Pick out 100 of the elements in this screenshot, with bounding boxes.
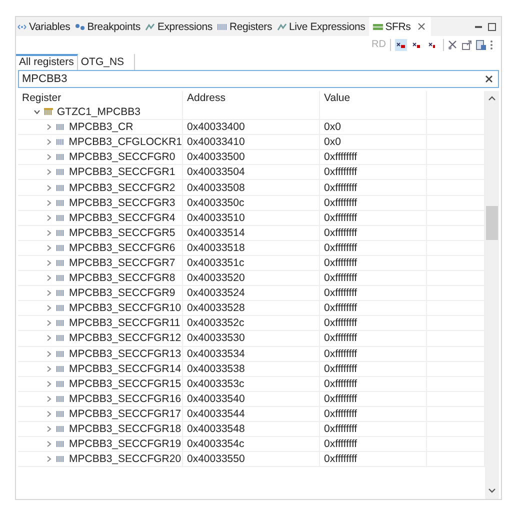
address-cell: 0x4003351c: [187, 256, 244, 269]
collapsed-chevron-icon[interactable]: [46, 335, 52, 342]
collapsed-chevron-icon[interactable]: [46, 244, 52, 251]
view-tab[interactable]: Variables: [16, 17, 74, 36]
collapsed-chevron-icon[interactable]: [46, 184, 52, 191]
export-icon[interactable]: [462, 40, 472, 50]
collapsed-chevron-icon[interactable]: [46, 230, 52, 236]
collapsed-chevron-icon[interactable]: [46, 441, 52, 448]
address-cell: 0x40033534: [187, 348, 245, 360]
register-name: MPCBB3_SECCFGR6: [69, 242, 176, 254]
address-cell: 0x40033538: [187, 362, 245, 375]
dots-icon: [75, 22, 86, 30]
value-cell: 0xffffffff: [324, 256, 358, 269]
view-tab[interactable]: SFRs: [369, 17, 431, 36]
register-icon: [56, 184, 65, 192]
scissors-icon[interactable]: [448, 40, 458, 50]
collapsed-chevron-icon[interactable]: [46, 380, 52, 387]
register-name: MPCBB3_SECCFGR1: [69, 166, 176, 178]
document-icon[interactable]: [476, 40, 486, 50]
collapsed-chevron-icon[interactable]: [46, 320, 52, 326]
column-header[interactable]: Value: [320, 91, 427, 105]
register-icon: [56, 153, 65, 162]
register-name: MPCBB3_SECCFGR15: [69, 378, 182, 390]
value-cell: 0xffffffff: [324, 226, 358, 239]
view-tab[interactable]: Registers: [216, 17, 276, 36]
collapsed-chevron-icon[interactable]: [46, 396, 52, 402]
collapsed-chevron-icon[interactable]: [46, 124, 52, 130]
maximize-icon[interactable]: [488, 22, 496, 30]
register-icon: [56, 410, 65, 418]
address-cell: 0x40033530: [187, 332, 245, 344]
register-name: MPCBB3_CR: [69, 121, 134, 134]
register-name: GTZC1_MPCBB3: [57, 106, 140, 118]
scroll-up-icon[interactable]: [488, 95, 496, 101]
collapsed-chevron-icon[interactable]: [46, 410, 52, 417]
value-cell: 0xffffffff: [324, 272, 358, 284]
value-cell: 0x0: [324, 121, 341, 134]
variables-icon: [17, 22, 27, 30]
register-name: MPCBB3_SECCFGR4: [69, 212, 176, 224]
collapsed-chevron-icon[interactable]: [46, 456, 52, 462]
register-tab[interactable]: All registers: [16, 54, 78, 70]
collapsed-chevron-icon[interactable]: [46, 214, 52, 221]
address-cell: 0x40033400: [187, 121, 245, 134]
address-cell: 0x40033528: [187, 302, 245, 314]
value-cell: 0xffffffff: [324, 302, 358, 314]
register-icon: [56, 258, 65, 267]
hex-format-icon[interactable]: [395, 38, 407, 50]
scroll-down-icon[interactable]: [488, 488, 496, 494]
register-name: MPCBB3_SECCFGR0: [69, 151, 176, 164]
collapsed-chevron-icon[interactable]: [46, 169, 52, 176]
column-header[interactable]: Register: [18, 91, 183, 105]
collapsed-chevron-icon[interactable]: [46, 290, 52, 296]
view-tab[interactable]: Expressions: [144, 17, 216, 36]
address-cell: 0x40033548: [187, 423, 245, 436]
filter-field[interactable]: MPCBB3: [18, 70, 499, 88]
collapsed-chevron-icon[interactable]: [46, 275, 52, 282]
value-cell: 0xffffffff: [324, 151, 358, 164]
register-icon: [56, 214, 65, 222]
register-name: MPCBB3_SECCFGR11: [69, 317, 180, 330]
collapsed-chevron-icon[interactable]: [46, 154, 52, 160]
address-cell: 0x40033514: [187, 226, 245, 239]
collapsed-chevron-icon[interactable]: [46, 200, 52, 206]
register-name: MPCBB3_SECCFGR3: [69, 196, 176, 209]
register-name: MPCBB3_SECCFGR12: [69, 332, 182, 344]
collapsed-chevron-icon[interactable]: [46, 350, 52, 357]
register-icon: [56, 334, 65, 342]
clear-icon[interactable]: [485, 75, 493, 83]
expanded-chevron-icon[interactable]: [34, 109, 40, 116]
value-cell: 0xffffffff: [324, 378, 358, 390]
value-cell: 0xffffffff: [324, 362, 358, 375]
value-cell: 0xffffffff: [324, 287, 358, 300]
register-name: MPCBB3_CFGLOCKR1: [68, 136, 182, 148]
address-cell: 0x40033500: [187, 151, 245, 164]
register-icon: [56, 440, 65, 448]
register-icon: [56, 394, 65, 403]
register-icon: [56, 244, 65, 252]
address-cell: 0x4003354c: [187, 438, 244, 450]
collapsed-chevron-icon[interactable]: [46, 305, 52, 312]
more-icon[interactable]: [490, 40, 493, 50]
collapsed-chevron-icon[interactable]: [46, 139, 52, 146]
view-tab[interactable]: Breakpoints: [74, 17, 144, 36]
registers-icon: [217, 22, 228, 30]
collapsed-chevron-icon[interactable]: [46, 426, 52, 432]
value-cell: 0xffffffff: [324, 166, 358, 178]
collapsed-chevron-icon[interactable]: [46, 260, 52, 266]
register-icon: [56, 198, 65, 207]
column-header[interactable]: Address: [183, 91, 320, 105]
value-cell: 0xffffffff: [324, 182, 358, 194]
close-icon[interactable]: [418, 23, 425, 30]
register-icon: [56, 274, 65, 282]
view-tab[interactable]: Live Expressions: [276, 17, 370, 36]
register-icon: [56, 350, 65, 358]
collapsed-chevron-icon[interactable]: [46, 366, 52, 372]
register-name: MPCBB3_SECCFGR16: [69, 392, 182, 405]
register-icon: [56, 138, 65, 146]
value-cell: 0xffffffff: [324, 408, 358, 420]
expressions-icon: [277, 22, 288, 30]
register-icon: [56, 228, 65, 237]
register-icon: [56, 123, 65, 132]
register-icon: [56, 455, 65, 464]
scrollbar-thumb[interactable]: [486, 206, 498, 240]
